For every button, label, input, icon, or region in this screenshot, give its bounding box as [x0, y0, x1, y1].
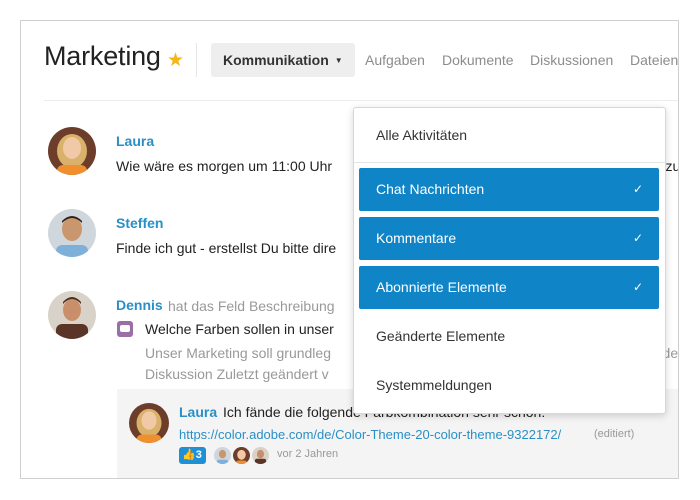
dropdown-separator — [354, 162, 665, 163]
dropdown-item-label: Chat Nachrichten — [376, 181, 485, 197]
tab-dateien[interactable]: Dateien — [630, 43, 678, 77]
like-count: 3 — [195, 449, 202, 461]
check-icon: ✓ — [632, 280, 643, 294]
dropdown-item-geaenderte-elemente[interactable]: Geänderte Elemente — [359, 315, 659, 358]
check-icon: ✓ — [632, 182, 643, 196]
dropdown-item-kommentare[interactable]: Kommentare ✓ — [359, 217, 659, 260]
tab-kommunikation[interactable]: Kommunikation ▼ — [211, 43, 355, 77]
dropdown-item-systemmeldungen[interactable]: Systemmeldungen — [359, 364, 659, 407]
message-text: Welche Farben sollen in unser — [145, 321, 334, 337]
header-divider — [196, 43, 197, 77]
liker-avatar[interactable] — [252, 447, 269, 464]
message-author[interactable]: Laura — [116, 133, 154, 149]
caret-down-icon: ▼ — [334, 56, 343, 65]
tab-diskussionen[interactable]: Diskussionen — [530, 43, 613, 77]
tab-kommunikation-label: Kommunikation — [223, 52, 329, 68]
avatar[interactable] — [48, 209, 96, 257]
tab-dokumente[interactable]: Dokumente — [442, 43, 514, 77]
message-text: Wie wäre es morgen um 11:00 Uhr — [116, 158, 333, 174]
avatar[interactable] — [48, 127, 96, 175]
dropdown-item-chat-nachrichten[interactable]: Chat Nachrichten ✓ — [359, 168, 659, 211]
dropdown-item-label: Abonnierte Elemente — [376, 279, 507, 295]
message-action: hat das Feld Beschreibung — [168, 298, 335, 314]
dropdown-item-alle-aktivitaeten[interactable]: Alle Aktivitäten — [359, 114, 659, 157]
thumbs-up-icon: 👍 — [182, 449, 196, 461]
tab-aufgaben[interactable]: Aufgaben — [365, 43, 425, 77]
message-meta: Diskussion Zuletzt geändert v — [145, 366, 329, 382]
activity-filter-dropdown: Alle Aktivitäten Chat Nachrichten ✓ Komm… — [353, 107, 666, 414]
check-icon: ✓ — [632, 231, 643, 245]
message-subtext: Unser Marketing soll grundleg — [145, 345, 331, 361]
dropdown-item-abonnierte-elemente[interactable]: Abonnierte Elemente ✓ — [359, 266, 659, 309]
dropdown-item-label: Kommentare — [376, 230, 457, 246]
reply-timestamp: vor 2 Jahren — [277, 448, 339, 460]
reply-author[interactable]: Laura — [179, 404, 217, 420]
like-button[interactable]: 👍3 — [179, 447, 206, 464]
reply-link[interactable]: https://color.adobe.com/de/Color-Theme-2… — [179, 427, 561, 442]
message-text: Finde ich gut - erstellst Du bitte dire — [116, 240, 337, 256]
edited-label: (editiert) — [594, 428, 635, 440]
liker-avatar[interactable] — [233, 447, 250, 464]
favorite-star-icon[interactable]: ★ — [167, 49, 184, 72]
liker-avatar[interactable] — [214, 447, 231, 464]
page-header: Marketing ★ Kommunikation ▼ Aufgaben Doku… — [21, 21, 678, 101]
page-title: Marketing — [44, 41, 161, 71]
avatar[interactable] — [48, 291, 96, 339]
avatar[interactable] — [129, 403, 169, 443]
app-window: Marketing ★ Kommunikation ▼ Aufgaben Doku… — [20, 20, 679, 479]
message-author[interactable]: Steffen — [116, 215, 163, 231]
discussion-icon — [117, 321, 133, 337]
message-author[interactable]: Dennis — [116, 297, 163, 313]
header-separator — [44, 100, 678, 101]
